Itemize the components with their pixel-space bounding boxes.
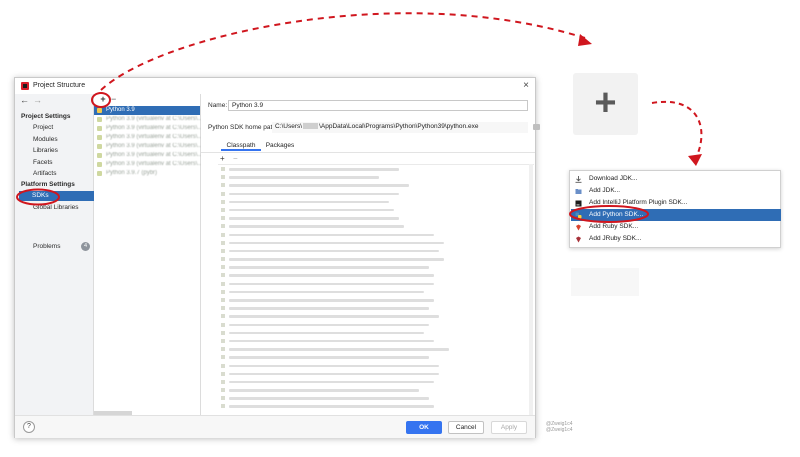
highlight-add-button-circle: [91, 92, 111, 108]
arrowhead-icon: [578, 34, 592, 46]
arrowhead-icon: [688, 154, 702, 166]
annotation-overlay: [16, 12, 703, 223]
dashed-arrow-to-menu: [651, 100, 703, 161]
highlight-sdks-circle: [16, 188, 60, 206]
highlight-python-sdk-circle: [569, 205, 649, 223]
dashed-arrow-to-zoom: [100, 12, 586, 91]
